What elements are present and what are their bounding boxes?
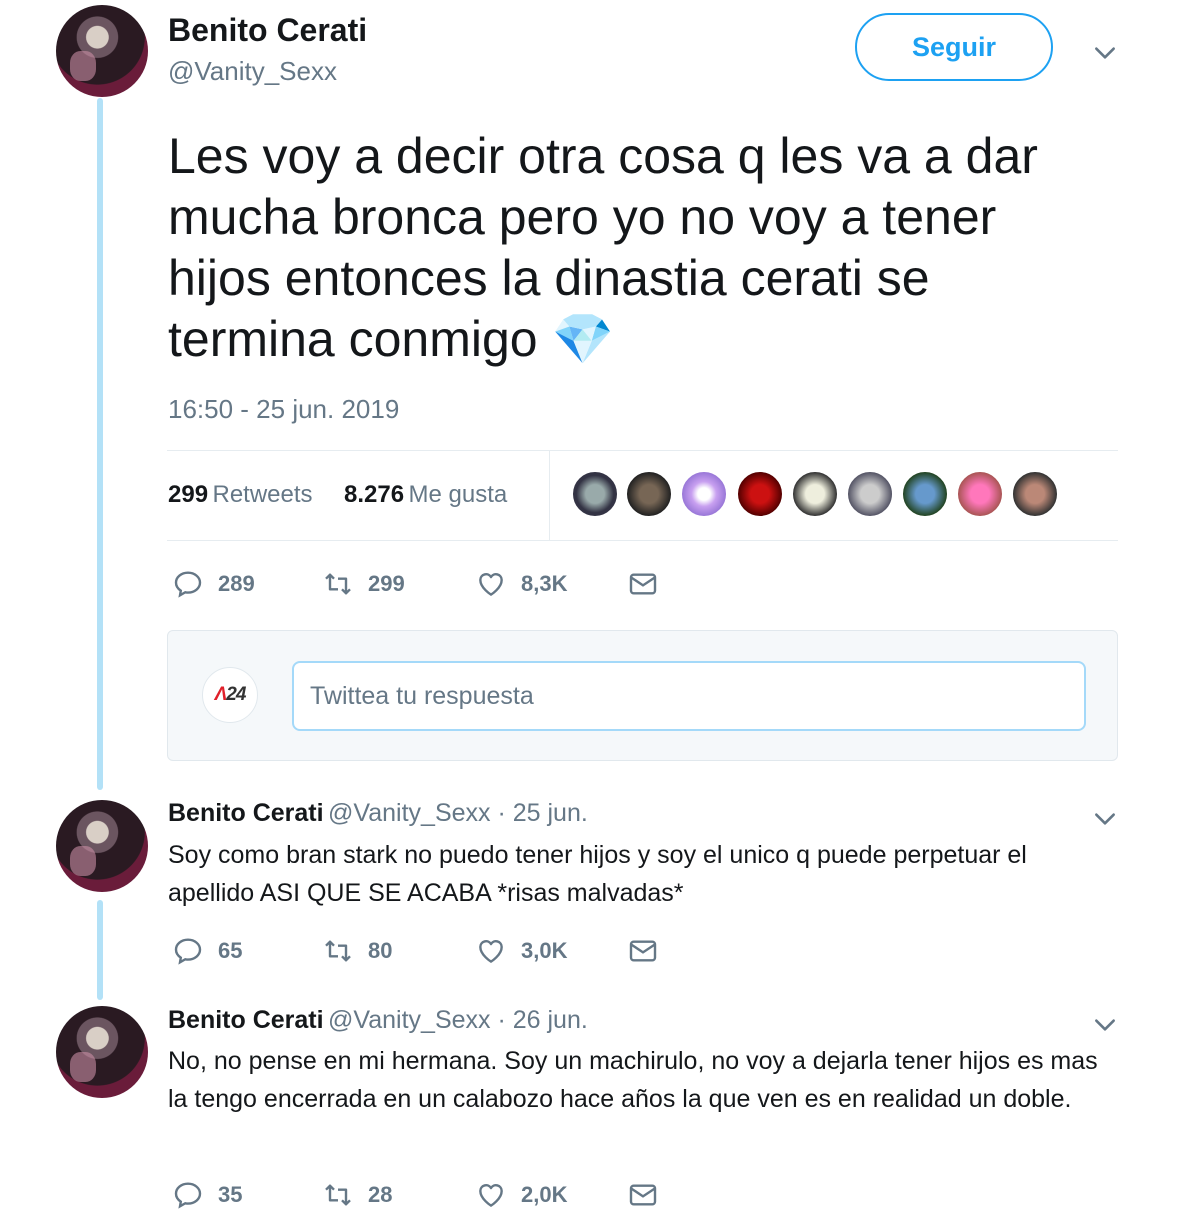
dm-action[interactable]	[627, 568, 659, 600]
reply-icon	[172, 568, 204, 600]
retweets-label: Retweets	[212, 481, 313, 508]
like-count: 3,0K	[521, 938, 568, 963]
reply-input[interactable]	[292, 661, 1086, 731]
divider	[167, 450, 1118, 451]
reply-text: No, no pense en mi hermana. Soy un machi…	[168, 1047, 1098, 1113]
logo-mark: Λ	[214, 684, 228, 705]
envelope-icon	[627, 568, 659, 600]
avatar[interactable]	[56, 1006, 148, 1098]
reply-header: Benito Cerati @Vanity_Sexx · 26 jun.	[168, 1006, 588, 1035]
like-count: 8,3K	[521, 571, 568, 596]
account-logo[interactable]: Λ 24	[202, 667, 258, 723]
likes-label: Me gusta	[408, 481, 508, 508]
reply-icon	[172, 1179, 204, 1211]
dm-action[interactable]	[627, 1179, 659, 1211]
reply-header: Benito Cerati @Vanity_Sexx · 25 jun.	[168, 799, 588, 828]
author-name[interactable]: Benito Cerati	[168, 799, 324, 827]
like-action[interactable]: 2,0K	[475, 1179, 567, 1211]
dm-action[interactable]	[627, 935, 659, 967]
retweet-action[interactable]: 80	[322, 935, 392, 967]
like-count: 2,0K	[521, 1182, 568, 1207]
reply-text: Soy como bran stark no puedo tener hijos…	[168, 841, 1027, 907]
retweets-count: 299	[168, 481, 209, 508]
reply-action[interactable]: 65	[172, 935, 242, 967]
retweet-action[interactable]: 28	[322, 1179, 392, 1211]
retweet-count: 80	[368, 938, 393, 963]
envelope-icon	[627, 1179, 659, 1211]
tweet-timestamp[interactable]: 16:50 - 25 jun. 2019	[168, 394, 399, 425]
liker-avatar[interactable]	[956, 470, 1004, 518]
chevron-down-icon[interactable]	[1092, 40, 1118, 66]
liker-avatar[interactable]	[571, 470, 619, 518]
retweet-count: 299	[368, 571, 405, 596]
liker-avatar[interactable]	[846, 470, 894, 518]
diamond-emoji: 💎	[551, 311, 614, 367]
liker-avatar[interactable]	[1011, 470, 1059, 518]
tweet-text: Les voy a decir otra cosa q les va a dar…	[168, 126, 1088, 370]
author-handle[interactable]: @Vanity_Sexx	[168, 56, 337, 87]
avatar[interactable]	[56, 5, 148, 97]
thread-line	[97, 900, 103, 1000]
avatar[interactable]	[56, 800, 148, 892]
liker-avatar[interactable]	[791, 470, 839, 518]
follow-button[interactable]: Seguir	[855, 13, 1053, 81]
reply-count: 35	[218, 1182, 243, 1207]
chevron-down-icon[interactable]	[1092, 806, 1118, 832]
author-name[interactable]: Benito Cerati	[168, 12, 367, 49]
liker-avatar[interactable]	[736, 470, 784, 518]
retweet-count: 28	[368, 1182, 393, 1207]
heart-icon	[475, 935, 507, 967]
heart-icon	[475, 568, 507, 600]
like-action[interactable]: 3,0K	[475, 935, 567, 967]
chevron-down-icon[interactable]	[1092, 1012, 1118, 1038]
retweet-action[interactable]: 299	[322, 568, 405, 600]
liker-avatar[interactable]	[901, 470, 949, 518]
liker-avatar[interactable]	[680, 470, 728, 518]
reply-count: 65	[218, 938, 243, 963]
likes-count: 8.276	[344, 481, 405, 508]
retweets-stat[interactable]: 299 Retweets	[168, 481, 313, 509]
logo-text: 24	[226, 684, 246, 705]
divider	[167, 540, 1118, 541]
thread-line	[97, 98, 103, 790]
liker-avatar[interactable]	[625, 470, 673, 518]
author-meta[interactable]: @Vanity_Sexx · 26 jun.	[328, 1006, 588, 1034]
likes-stat[interactable]: 8.276 Me gusta	[344, 481, 507, 509]
retweet-icon	[322, 935, 354, 967]
reply-count: 289	[218, 571, 255, 596]
author-name[interactable]: Benito Cerati	[168, 1006, 324, 1034]
reply-icon	[172, 935, 204, 967]
reply-action[interactable]: 289	[172, 568, 255, 600]
envelope-icon	[627, 935, 659, 967]
stats-separator	[549, 451, 550, 540]
heart-icon	[475, 1179, 507, 1211]
retweet-icon	[322, 1179, 354, 1211]
reply-action[interactable]: 35	[172, 1179, 242, 1211]
retweet-icon	[322, 568, 354, 600]
like-action[interactable]: 8,3K	[475, 568, 567, 600]
author-meta[interactable]: @Vanity_Sexx · 25 jun.	[328, 799, 588, 827]
